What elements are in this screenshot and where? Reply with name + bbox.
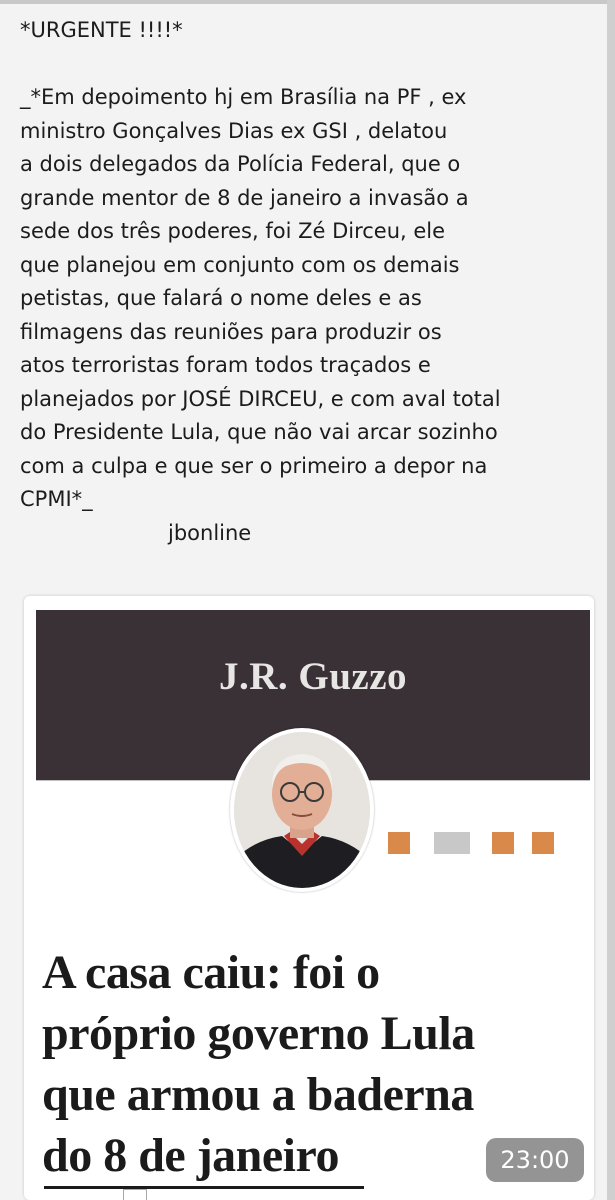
message-line: petistas, que falará o nome deles e as xyxy=(20,286,422,310)
message-line: ministro Gonçalves Dias ex GSI , delatou xyxy=(20,118,448,143)
article-preview-card[interactable]: J.R. Guzzo A casa caiu: foi o próprio go… xyxy=(24,596,594,1200)
message-line: com a culpa e que ser o primeiro a depor… xyxy=(20,453,488,478)
message-line: sede dos três poderes, foi Zé Dirceu, el… xyxy=(20,219,446,243)
message-text: *URGENTE !!!!* _*Em depoimento hj em Bra… xyxy=(20,14,595,550)
author-portrait-icon xyxy=(234,732,370,888)
message-line: planejados por JOSÉ DIRCEU, e com aval t… xyxy=(20,386,501,411)
message-line: que planejou em conjunto com os demais xyxy=(20,252,460,277)
message-line: *URGENTE !!!!* xyxy=(20,18,183,42)
decor-square xyxy=(492,832,514,854)
message-line: grande mentor de 8 de janeiro a invasão … xyxy=(20,185,469,210)
message-line: _*Em depoimento hj em Brasília na PF , e… xyxy=(20,85,467,109)
message-line: CPMI*_ xyxy=(20,487,93,511)
headline-underline xyxy=(44,1186,364,1189)
decor-square xyxy=(388,832,410,854)
decor-square xyxy=(434,832,470,854)
message-bubble: *URGENTE !!!!* _*Em depoimento hj em Bra… xyxy=(0,0,607,1200)
video-timestamp: 23:00 xyxy=(486,1138,584,1182)
message-line: filmagens das reuniões para produzir os xyxy=(20,319,442,344)
message-line: do Presidente Lula, que não vai arcar so… xyxy=(20,420,498,444)
top-divider xyxy=(0,0,607,4)
message-line: a dois delegados da Polícia Federal, que… xyxy=(20,152,461,176)
bottom-partial-icon xyxy=(123,1189,147,1200)
headline-line: que armou a baderna xyxy=(42,1068,474,1121)
headline-line: A casa caiu: foi o xyxy=(42,946,380,999)
source-label: jbonline xyxy=(168,520,252,545)
scrollbar[interactable] xyxy=(607,0,615,1200)
message-line: atos terroristas foram todos traçados e xyxy=(20,353,431,377)
author-name: J.R. Guzzo xyxy=(218,655,408,698)
message-line xyxy=(20,48,595,82)
headline-line: próprio governo Lula xyxy=(42,1007,475,1060)
author-photo xyxy=(230,728,374,892)
decor-square xyxy=(532,832,554,854)
